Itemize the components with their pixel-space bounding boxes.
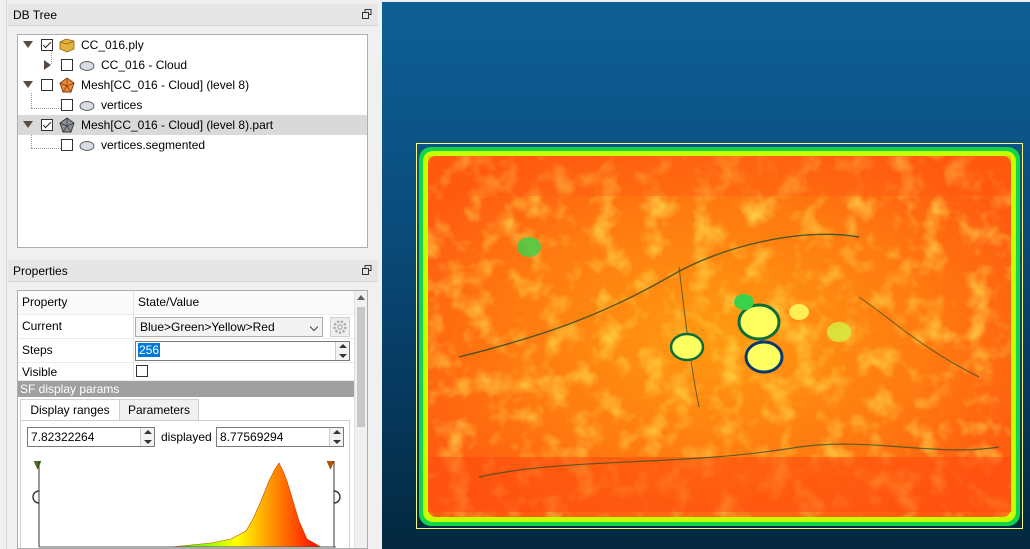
range-max-spinbox[interactable]: 8.77569294: [216, 427, 344, 447]
left-toolbar-strip: [0, 0, 7, 549]
tree-item-mesh[interactable]: Mesh[CC_016 - Cloud] (level 8): [18, 75, 367, 95]
visibility-checkbox[interactable]: [41, 39, 53, 51]
displayed-label: displayed: [161, 430, 212, 444]
properties-panel: Properties Property State/Value Current …: [8, 260, 378, 549]
spin-down-icon[interactable]: [144, 440, 152, 444]
expand-arrow-icon[interactable]: [23, 81, 33, 88]
column-separator: [133, 291, 134, 314]
tree-item-label: CC_016.ply: [81, 38, 144, 52]
visibility-checkbox[interactable]: [41, 119, 53, 131]
spin-up-icon[interactable]: [144, 430, 152, 434]
properties-scrollbar[interactable]: [354, 291, 367, 548]
tree-item-vertices[interactable]: vertices: [18, 95, 367, 115]
tree-item-cc016-cloud[interactable]: CC_016 - Cloud: [18, 55, 367, 75]
property-column-header[interactable]: Property: [22, 295, 67, 309]
tree-item-vertices-segmented[interactable]: vertices.segmented: [18, 135, 367, 155]
property-row-steps: Steps 256: [18, 339, 354, 363]
expand-arrow-icon[interactable]: [23, 121, 33, 128]
property-label: Visible: [22, 365, 58, 379]
expand-arrow-icon[interactable]: [23, 41, 33, 48]
visibility-checkbox[interactable]: [61, 99, 73, 111]
visibility-checkbox[interactable]: [41, 79, 53, 91]
visible-checkbox[interactable]: [136, 365, 148, 377]
spin-up-icon[interactable]: [333, 430, 341, 434]
scroll-up-icon[interactable]: [357, 295, 365, 300]
tree-item-mesh-part[interactable]: Mesh[CC_016 - Cloud] (level 8).part: [18, 115, 367, 135]
color-scale-value: Blue>Green>Yellow>Red: [140, 320, 275, 334]
cloud-icon: [79, 101, 95, 111]
display-ranges-page: 7.82322264 displayed 8.77569294: [20, 420, 350, 549]
tree-item-label: vertices.segmented: [101, 138, 206, 152]
properties-title-bar: Properties: [8, 260, 378, 282]
column-separator: [133, 339, 134, 362]
selection-bounding-box: [416, 143, 1023, 529]
sf-display-params-header: SF display params: [18, 381, 367, 397]
float-panel-icon[interactable]: [362, 9, 372, 19]
range-min-spinbox[interactable]: 7.82322264: [27, 427, 155, 447]
db-tree-view[interactable]: CC_016.ply CC_016 - Cloud Mesh[CC_016 - …: [17, 34, 368, 248]
folder-icon: [59, 38, 75, 53]
scroll-thumb[interactable]: [357, 307, 365, 427]
cloud-icon: [79, 61, 95, 71]
properties-title: Properties: [13, 264, 68, 278]
column-separator: [133, 363, 134, 380]
mesh-icon: [59, 77, 75, 93]
range-max-value: 8.77569294: [220, 430, 284, 444]
db-tree-title: DB Tree: [13, 8, 58, 22]
tree-item-label: CC_016 - Cloud: [101, 58, 188, 72]
steps-spinbox[interactable]: 256: [135, 341, 350, 361]
properties-header-row: Property State/Value: [18, 291, 354, 315]
db-tree-panel: DB Tree CC_016.ply CC_016 - Cloud Mesh[C…: [8, 4, 378, 256]
spin-arrows[interactable]: [329, 428, 343, 446]
mesh-icon: [59, 117, 75, 133]
float-panel-icon[interactable]: [362, 265, 372, 275]
spin-up-icon[interactable]: [339, 344, 347, 348]
range-min-value: 7.82322264: [31, 430, 95, 444]
column-separator: [133, 315, 134, 338]
tree-item-cc016-ply[interactable]: CC_016.ply: [18, 35, 367, 55]
tree-item-label: vertices: [101, 98, 143, 112]
value-column-header[interactable]: State/Value: [138, 295, 199, 309]
property-label: Current: [22, 319, 63, 333]
chevron-down-icon: [309, 322, 319, 332]
tree-item-label: Mesh[CC_016 - Cloud] (level 8).part: [81, 118, 274, 132]
properties-table: Property State/Value Current Blue>Green>…: [17, 290, 368, 549]
property-row-current: Current Blue>Green>Yellow>Red: [18, 315, 354, 339]
spin-down-icon[interactable]: [339, 354, 347, 358]
app-window: DB Tree CC_016.ply CC_016 - Cloud Mesh[C…: [0, 0, 1030, 549]
color-scale-select[interactable]: Blue>Green>Yellow>Red: [135, 317, 323, 337]
sf-histogram[interactable]: [31, 461, 343, 549]
property-label: Steps: [22, 343, 53, 357]
color-scale-settings-button[interactable]: [330, 317, 350, 337]
tree-item-label: Mesh[CC_016 - Cloud] (level 8): [81, 78, 250, 92]
3d-view[interactable]: [382, 2, 1030, 549]
visibility-checkbox[interactable]: [61, 59, 73, 71]
steps-value: 256: [138, 343, 161, 357]
db-tree-title-bar: DB Tree: [8, 4, 378, 26]
tab-parameters[interactable]: Parameters: [119, 399, 199, 421]
tab-display-ranges[interactable]: Display ranges: [20, 399, 120, 421]
spin-arrows[interactable]: [335, 342, 349, 360]
gear-icon: [333, 320, 347, 334]
cloud-icon: [79, 141, 95, 151]
collapse-arrow-icon[interactable]: [44, 60, 51, 70]
visibility-checkbox[interactable]: [61, 139, 73, 151]
property-row-visible: Visible: [18, 363, 354, 381]
sf-tabs: Display ranges Parameters: [18, 399, 354, 421]
spin-down-icon[interactable]: [333, 440, 341, 444]
spin-arrows[interactable]: [140, 428, 154, 446]
